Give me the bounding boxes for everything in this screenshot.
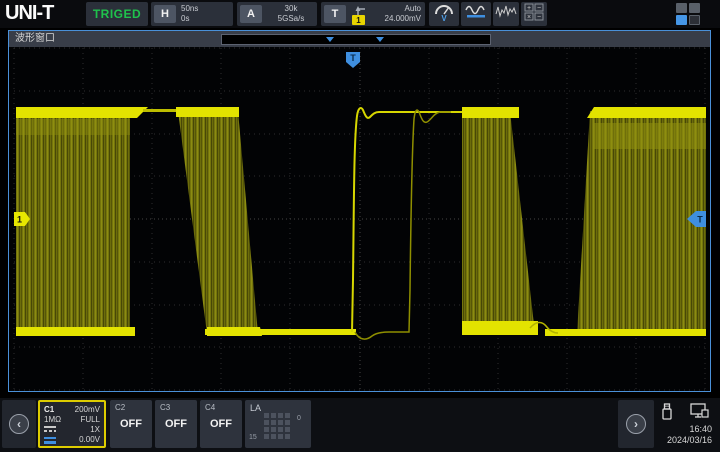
dc-coupling-icon: [44, 426, 56, 432]
svg-text:1: 1: [17, 215, 22, 225]
layout-cell-icon: [689, 15, 700, 25]
svg-text:T: T: [350, 53, 356, 63]
voltmeter-gauge-icon: V: [433, 2, 455, 27]
nav-marker-icon[interactable]: [326, 37, 334, 42]
bottom-bar: ‹ C1 200mV 1MΩ FULL 1X 0.00V C2 OFF: [0, 398, 720, 452]
channel3-panel[interactable]: C3 OFF: [155, 400, 197, 448]
channel1-offset: 0.00V: [79, 435, 100, 444]
svg-text:T: T: [697, 215, 703, 225]
la-last-channel: 15: [249, 434, 257, 441]
ch1-waveform: [16, 107, 706, 339]
channel1-panel[interactable]: C1 200mV 1MΩ FULL 1X 0.00V: [38, 400, 106, 448]
math-button[interactable]: + − × −: [521, 2, 547, 26]
clock-time: 16:40: [689, 424, 712, 434]
chevron-right-icon: ›: [626, 414, 646, 434]
trigger-position-marker[interactable]: T: [346, 52, 360, 68]
svg-text:V: V: [441, 14, 447, 22]
trigger-mode: Auto: [385, 4, 421, 14]
record-preview-bar[interactable]: [221, 34, 491, 45]
menu-expand-right-button[interactable]: ›: [618, 400, 654, 448]
oscilloscope-screen: UNI-T TRIGED H 50ns 0s A 30k 5GSa/s T: [0, 0, 720, 452]
channel4-panel[interactable]: C4 OFF: [200, 400, 242, 448]
svg-text:+: +: [527, 5, 531, 12]
trigger-source-badge: 1: [352, 15, 365, 25]
horizontal-settings-button[interactable]: H 50ns 0s: [151, 2, 233, 26]
trigger-status-badge: TRIGED: [86, 2, 148, 26]
waveform-window: 波形窗口: [8, 30, 711, 392]
channel-color-bars-icon: [44, 435, 56, 444]
layout-cell-icon: [689, 3, 700, 13]
menu-collapse-left-button[interactable]: ‹: [2, 400, 36, 448]
waveform-generator-button[interactable]: [461, 2, 491, 26]
usb-drive-icon: [660, 402, 674, 426]
channel2-panel[interactable]: C2 OFF: [110, 400, 152, 448]
brand-logo: UNI-T: [5, 2, 53, 25]
svg-text:−: −: [537, 5, 541, 12]
channel2-label: C2: [115, 403, 147, 412]
channel2-state: OFF: [115, 418, 147, 430]
window-layout-button[interactable]: [676, 3, 702, 25]
layout-cell-active-icon: [676, 15, 687, 25]
clock-date: 2024/03/16: [667, 435, 712, 445]
top-bar: UNI-T TRIGED H 50ns 0s A 30k 5GSa/s T: [0, 0, 720, 28]
sine-wave-icon: [464, 2, 488, 27]
channel3-label: C3: [160, 403, 192, 412]
channel3-state: OFF: [160, 418, 192, 430]
la-label: LA: [250, 403, 261, 413]
horizontal-key[interactable]: H: [154, 5, 176, 23]
memory-depth: 30k: [271, 4, 311, 14]
acquire-settings-button[interactable]: A 30k 5GSa/s: [237, 2, 317, 26]
la-first-channel: 0: [297, 415, 301, 422]
trigger-level: 24.000mV: [385, 14, 421, 24]
noise-waveform-icon: [495, 3, 517, 26]
la-channels-grid-icon: [264, 413, 290, 439]
sample-rate: 5GSa/s: [271, 14, 311, 24]
trigger-key[interactable]: T: [324, 5, 346, 23]
dvm-button[interactable]: V: [429, 2, 459, 26]
calculator-icon: + − × −: [524, 2, 544, 27]
nav-marker-icon[interactable]: [376, 37, 384, 42]
channel4-state: OFF: [205, 418, 237, 430]
svg-text:×: ×: [527, 14, 531, 21]
channel1-scale: 200mV: [75, 405, 100, 414]
acquire-key[interactable]: A: [240, 5, 262, 23]
svg-text:−: −: [537, 14, 541, 21]
channel1-impedance: 1MΩ: [44, 415, 61, 424]
channel4-label: C4: [205, 403, 237, 412]
activity-button[interactable]: [493, 2, 519, 26]
waveform-display[interactable]: T 1 T: [9, 45, 710, 391]
trigger-settings-button[interactable]: T 1 Auto 24.000mV: [321, 2, 425, 26]
channel1-label: C1: [44, 405, 54, 414]
channel1-bandwidth: FULL: [80, 415, 100, 424]
channel1-probe: 1X: [90, 425, 100, 434]
layout-cell-icon: [676, 3, 687, 13]
remote-pc-icon: [690, 403, 710, 426]
timebase-position: 0s: [181, 14, 198, 24]
timebase-scale: 50ns: [181, 4, 198, 14]
chevron-left-icon: ‹: [9, 414, 29, 434]
logic-analyzer-panel[interactable]: LA 0 15: [245, 400, 311, 448]
